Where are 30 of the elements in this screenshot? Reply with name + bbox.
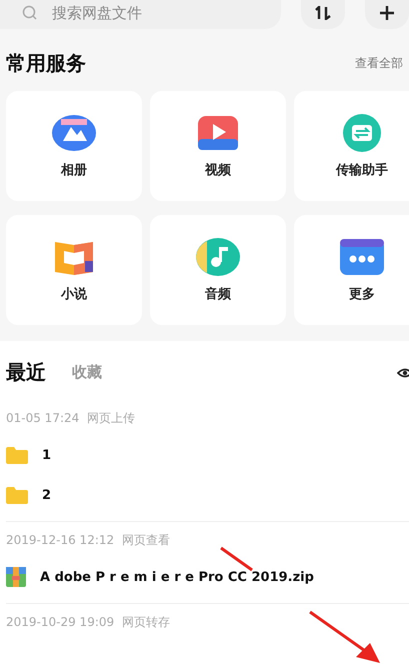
service-card[interactable]: 传输助手 bbox=[294, 91, 409, 201]
service-card[interactable]: 视频 bbox=[150, 91, 286, 201]
folder-icon bbox=[6, 446, 28, 464]
plus-icon bbox=[379, 5, 395, 21]
file-name[interactable]: A dobe P r e m i e r e Pro CC 2019.zip bbox=[40, 570, 314, 584]
service-card[interactable]: 小说 bbox=[6, 215, 142, 325]
search-field[interactable]: 搜索网盘文件 bbox=[0, 0, 281, 29]
play-icon bbox=[195, 113, 241, 153]
more-dots-icon bbox=[339, 237, 385, 277]
eye-icon[interactable] bbox=[397, 366, 409, 380]
group-header: 2019-10-29 19:09 网页转存 bbox=[6, 614, 171, 631]
sort-button[interactable] bbox=[301, 0, 345, 29]
search-icon bbox=[22, 5, 38, 21]
archive-icon bbox=[6, 567, 26, 587]
music-note-icon bbox=[195, 237, 241, 277]
photo-album-icon bbox=[51, 113, 97, 153]
folder-icon bbox=[6, 486, 28, 504]
file-name[interactable]: 2 bbox=[42, 488, 52, 502]
service-card[interactable]: 更多 bbox=[294, 215, 409, 325]
section-title: 常用服务 bbox=[6, 50, 86, 77]
add-button[interactable] bbox=[365, 0, 409, 29]
search-input[interactable]: 搜索网盘文件 bbox=[50, 3, 254, 23]
group-header: 01-05 17:24 网页上传 bbox=[6, 410, 136, 427]
file-name[interactable]: 1 bbox=[42, 448, 52, 462]
view-all-link[interactable]: 查看全部 bbox=[355, 55, 403, 72]
group-header: 2019-12-16 12:12 网页查看 bbox=[6, 532, 171, 549]
tab[interactable]: 最近 bbox=[6, 359, 46, 386]
service-card[interactable]: 音频 bbox=[150, 215, 286, 325]
service-card[interactable]: 相册 bbox=[6, 91, 142, 201]
sort-icon bbox=[314, 6, 332, 20]
